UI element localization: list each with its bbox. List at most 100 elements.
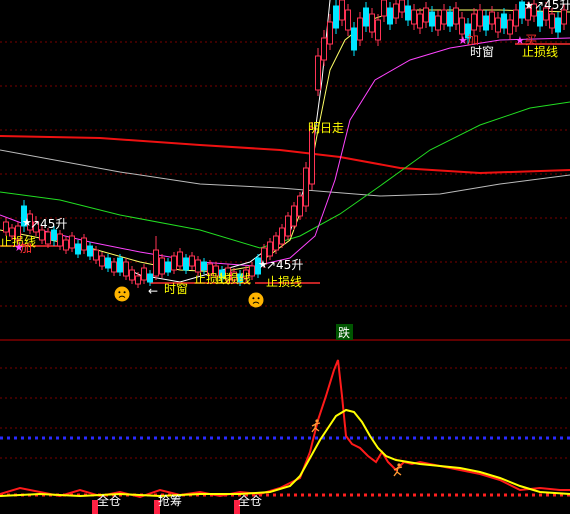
main-annotations: ↗45升 止损线 加 ← 时窗 止损线 止损线 ↗45升 止损线 明日走 ↗45… bbox=[0, 0, 570, 298]
candle-body bbox=[447, 11, 453, 27]
candle-body bbox=[477, 9, 483, 27]
candle-body bbox=[87, 245, 93, 257]
candle-body bbox=[363, 7, 369, 27]
candle-body bbox=[135, 275, 141, 285]
grab-chips-label: 抢筹 bbox=[158, 493, 182, 508]
bottom-markers: 全仓 抢筹 全仓 bbox=[92, 493, 262, 514]
candle-body bbox=[375, 19, 381, 41]
candle-body bbox=[561, 9, 567, 25]
candle-body bbox=[471, 13, 477, 31]
candle-body bbox=[165, 261, 171, 273]
candle-body bbox=[141, 267, 147, 281]
candle-body bbox=[279, 227, 285, 245]
candle-body bbox=[303, 167, 309, 207]
candle-body bbox=[339, 0, 345, 21]
candle-body bbox=[75, 243, 81, 255]
candle-body bbox=[273, 235, 279, 251]
candle-body bbox=[297, 195, 303, 217]
candle-body bbox=[393, 3, 399, 19]
candle-body bbox=[123, 261, 129, 277]
candle-body bbox=[117, 257, 123, 273]
candle-body bbox=[321, 37, 327, 61]
candle-body bbox=[69, 235, 75, 249]
candle-body bbox=[429, 11, 435, 27]
candle-body bbox=[159, 257, 165, 275]
rise-label-3: ↗45升 bbox=[534, 0, 570, 12]
candle-body bbox=[387, 7, 393, 25]
oscillator-yellow-line bbox=[0, 408, 570, 498]
star-icon: ★ bbox=[524, 0, 534, 12]
stock-chart-canvas: ↗45升 止损线 加 ← 时窗 止损线 止损线 ↗45升 止损线 明日走 ↗45… bbox=[0, 0, 570, 514]
candle-body bbox=[171, 255, 177, 271]
star-icon: ★ bbox=[14, 241, 24, 254]
candle-body bbox=[507, 19, 513, 35]
candle-body bbox=[549, 13, 555, 29]
candle-body bbox=[93, 249, 99, 261]
candle-body bbox=[495, 17, 501, 33]
time-window-arrow: ← bbox=[148, 284, 158, 298]
candle-body bbox=[153, 249, 159, 277]
candle-body bbox=[111, 261, 117, 273]
candle-body bbox=[501, 13, 507, 29]
candle-body bbox=[423, 7, 429, 23]
candle-body bbox=[357, 17, 363, 41]
star-icon: ★ bbox=[515, 34, 525, 47]
candle-body bbox=[411, 9, 417, 25]
candle-body bbox=[105, 257, 111, 269]
candle-body bbox=[81, 237, 87, 251]
candle-body bbox=[351, 27, 357, 51]
candle-body bbox=[399, 0, 405, 13]
candle-body bbox=[405, 5, 411, 21]
candle-body bbox=[435, 15, 441, 31]
full-position-label-1: 全仓 bbox=[97, 493, 121, 508]
stop-line-label-3: 止损线 bbox=[215, 272, 251, 286]
candle-body bbox=[291, 205, 297, 227]
rise-label-2: ↗45升 bbox=[266, 258, 303, 272]
candle-body bbox=[285, 215, 291, 237]
candle-body bbox=[99, 255, 105, 267]
candle-body bbox=[327, 21, 333, 45]
fall-badge: 跌 bbox=[336, 324, 353, 340]
candle-body bbox=[333, 5, 339, 29]
star-icon: ★ bbox=[22, 216, 32, 229]
candle-body bbox=[147, 273, 153, 283]
time-window-label-1: 时窗 bbox=[164, 282, 188, 296]
star-icon: ★ bbox=[458, 34, 468, 47]
star-icon: ★ bbox=[258, 258, 268, 271]
candle-body bbox=[45, 231, 51, 245]
candle-body bbox=[381, 0, 387, 17]
candle-body bbox=[129, 269, 135, 281]
stop-line-label-5: 止损线 bbox=[522, 45, 558, 59]
candle-body bbox=[201, 261, 207, 271]
candle-body bbox=[537, 11, 543, 27]
candle-body bbox=[453, 7, 459, 25]
candle-body bbox=[3, 221, 9, 233]
sad-face-icon bbox=[114, 286, 130, 302]
candle-body bbox=[51, 229, 57, 241]
fall-badge-label: 跌 bbox=[338, 325, 350, 340]
candle-body bbox=[513, 9, 519, 27]
candle-body bbox=[177, 251, 183, 267]
candle-body bbox=[441, 9, 447, 25]
candle-body bbox=[183, 257, 189, 271]
candle-body bbox=[39, 229, 45, 241]
full-position-label-2: 全仓 bbox=[238, 493, 262, 508]
sad-face-icon bbox=[248, 292, 264, 308]
candle-body bbox=[195, 259, 201, 273]
candle-body bbox=[369, 13, 375, 33]
candle-body bbox=[267, 241, 273, 257]
candle-body bbox=[345, 9, 351, 31]
candle-body bbox=[417, 13, 423, 29]
candle-body bbox=[459, 17, 465, 35]
star-markers: ★ ★ ★ ★ ★ ★ bbox=[14, 0, 534, 271]
ma-red-line bbox=[0, 135, 570, 175]
candle-body bbox=[315, 55, 321, 91]
time-window-label-2: 时窗 bbox=[470, 45, 494, 59]
tomorrow-go-label: 明日走 bbox=[308, 121, 344, 135]
candle-body bbox=[309, 127, 315, 185]
candle-body bbox=[489, 11, 495, 25]
stop-line-label-4: 止损线 bbox=[266, 275, 302, 289]
candle-body bbox=[189, 255, 195, 267]
candle-body bbox=[57, 233, 63, 247]
rise-label-1: ↗45升 bbox=[30, 217, 67, 231]
